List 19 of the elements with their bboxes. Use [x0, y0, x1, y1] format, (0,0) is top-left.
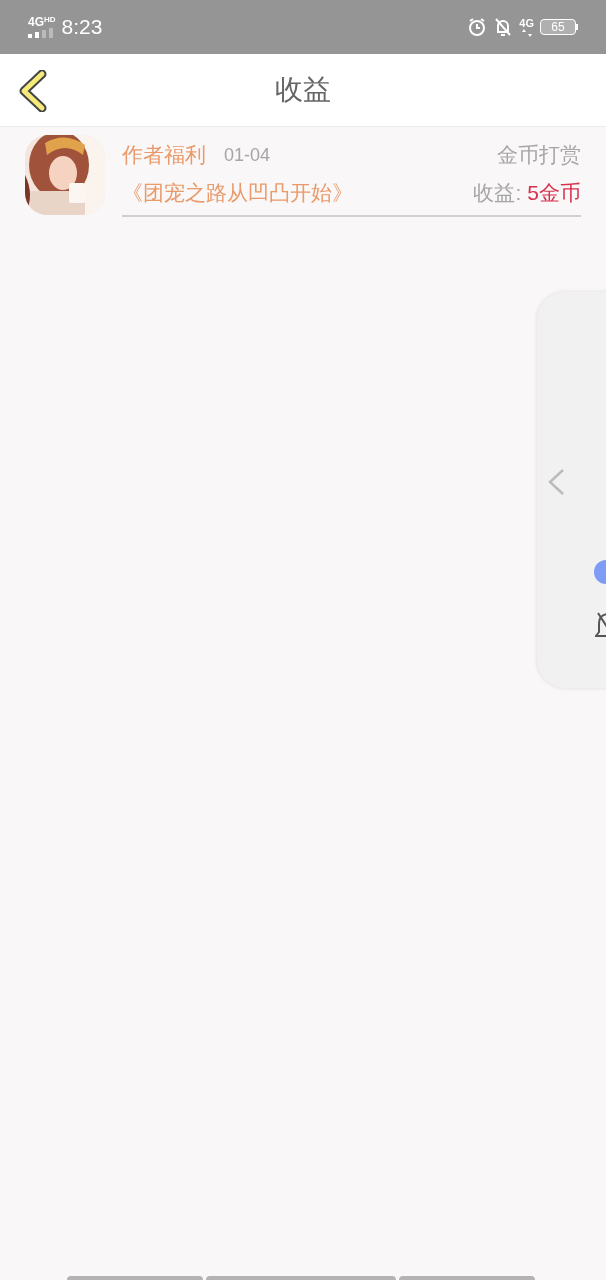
data-label: 4G: [519, 17, 534, 29]
signal-icon: [28, 28, 54, 38]
income-label: 收益:: [473, 180, 522, 207]
muted-bell-icon: [493, 17, 514, 37]
battery-level: 65: [551, 21, 565, 33]
alarm-icon: [467, 17, 488, 37]
record-type: 金币打赏: [497, 142, 581, 169]
data-arrows-icon: [520, 28, 533, 37]
network-label: 4G: [28, 16, 44, 28]
muted-bell-icon: [595, 610, 606, 640]
book-title: 《团宠之路从凹凸开始》: [122, 180, 353, 207]
page-title: 收益: [275, 73, 331, 107]
record-date: 01-04: [224, 143, 271, 167]
income-record[interactable]: 作者福利 01-04 金币打赏 《团宠之路从凹凸开始》 收益: 5金币: [0, 127, 606, 217]
network-hd-label: HD: [44, 16, 56, 24]
chevron-left-icon: [547, 468, 565, 496]
clock-time: 8:23: [61, 14, 103, 41]
income-value: 5金币: [527, 180, 581, 207]
record-label: 作者福利: [122, 142, 206, 169]
